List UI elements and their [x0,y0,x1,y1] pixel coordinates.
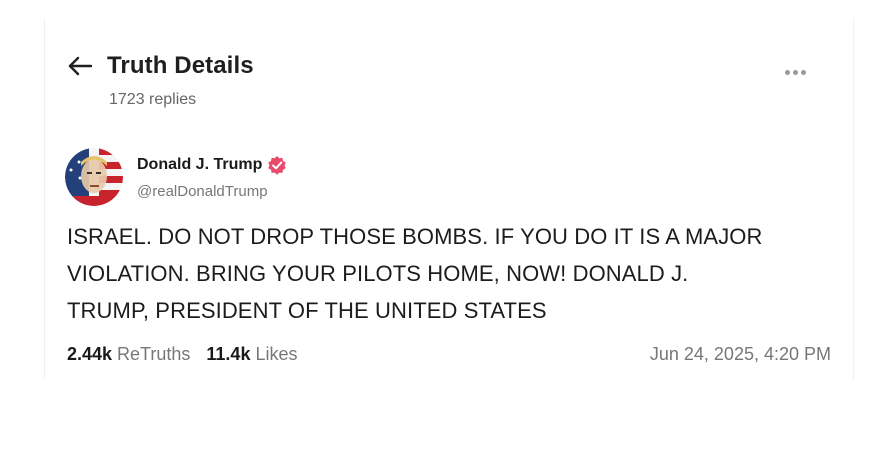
author-name[interactable]: Donald J. Trump [137,156,262,174]
post-author: Donald J. Trump @realDonaldTrump [65,148,287,206]
truth-details-card: Truth Details 1723 replies Donald J. Tru… [44,18,854,380]
retruths-stat[interactable]: 2.44k ReTruths [67,344,190,365]
arrow-left-icon[interactable] [67,56,93,76]
likes-stat[interactable]: 11.4k Likes [206,344,297,365]
replies-count: 1723 replies [109,91,197,108]
avatar[interactable] [65,148,123,206]
post-body-line: VIOLATION. BRING YOUR PILOTS HOME, NOW! … [67,261,689,286]
verified-badge-icon [268,156,287,175]
likes-count: 11.4k [206,344,251,364]
post-body-line: ISRAEL. DO NOT DROP THOSE BOMBS. IF YOU … [67,224,763,249]
retruths-label: ReTruths [117,344,191,364]
post-body: ISRAEL. DO NOT DROP THOSE BOMBS. IF YOU … [67,218,827,329]
post-stats: 2.44k ReTruths 11.4k Likes [67,344,314,365]
header: Truth Details [67,52,254,80]
post-body-line: TRUMP, PRESIDENT OF THE UNITED STATES [67,298,547,323]
page-title: Truth Details [107,52,254,79]
likes-label: Likes [255,344,298,364]
author-handle[interactable]: @realDonaldTrump [137,183,287,200]
post-timestamp: Jun 24, 2025, 4:20 PM [649,344,831,364]
retruths-count: 2.44k [67,344,113,364]
ellipsis-icon[interactable] [785,62,813,75]
